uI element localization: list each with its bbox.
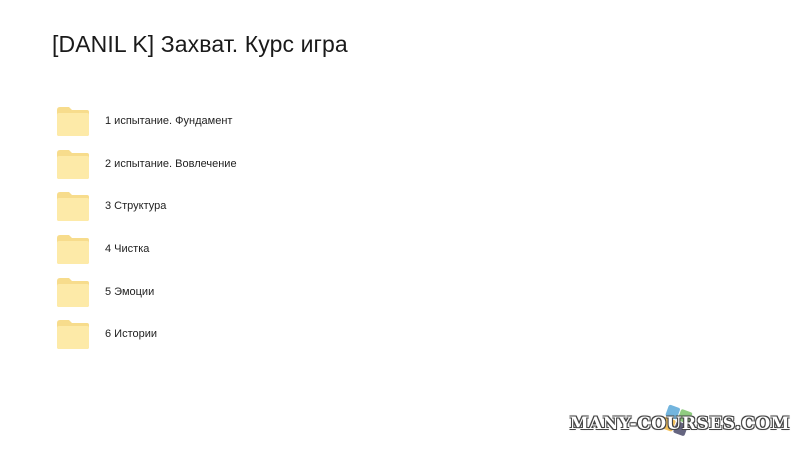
- watermark-text: MANY-COURSES.COM: [569, 414, 790, 434]
- folder-icon: [56, 318, 90, 350]
- folder-item[interactable]: 5 Эмоции: [56, 270, 316, 313]
- folder-name: 6 Истории: [105, 328, 158, 341]
- folder-name: 3 Структура: [105, 200, 167, 213]
- folder-item[interactable]: 6 Истории: [56, 313, 316, 356]
- folder-item[interactable]: 1 испытание. Фундамент: [56, 100, 316, 143]
- folder-name: 5 Эмоции: [105, 285, 155, 298]
- folder-name: 4 Чистка: [105, 243, 150, 256]
- folder-icon: [56, 233, 90, 265]
- folder-icon: [56, 148, 90, 180]
- folder-icon: [56, 105, 90, 137]
- folder-item[interactable]: 3 Структура: [56, 185, 316, 228]
- folder-item[interactable]: 4 Чистка: [56, 228, 316, 271]
- folder-item[interactable]: 2 испытание. Вовлечение: [56, 143, 316, 186]
- folder-icon: [56, 276, 90, 308]
- folder-list: 1 испытание. Фундамент 2 испытание. Вовл…: [56, 100, 316, 356]
- folder-icon: [56, 190, 90, 222]
- folder-name: 1 испытание. Фундамент: [105, 115, 233, 128]
- watermark: MANY-COURSES.COM: [570, 414, 790, 434]
- page: [DANIL K] Захват. Курс игра 1 испытание.…: [0, 0, 800, 456]
- folder-name: 2 испытание. Вовлечение: [105, 157, 237, 170]
- page-title: [DANIL K] Захват. Курс игра: [52, 31, 348, 57]
